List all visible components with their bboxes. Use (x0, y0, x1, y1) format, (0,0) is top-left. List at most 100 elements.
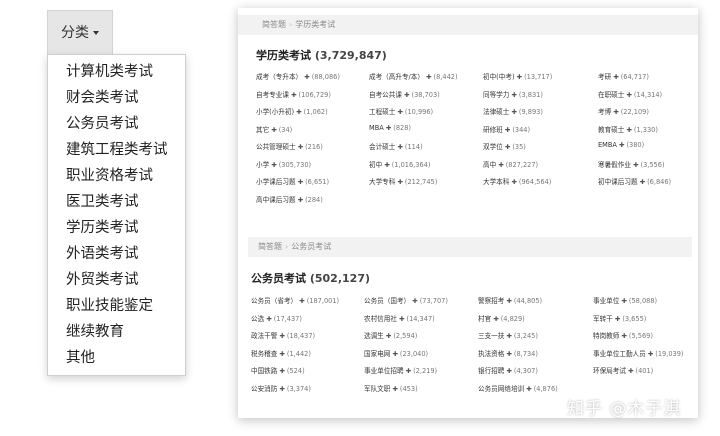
category-link[interactable]: 考研 ✚ (64,717) (598, 71, 649, 81)
menu-item[interactable]: 建筑工程类考试 (48, 137, 185, 163)
menu-item[interactable]: 学历类考试 (48, 215, 185, 241)
menu-item[interactable]: 财会类考试 (48, 85, 185, 111)
category-count: (8,734) (513, 349, 538, 358)
category-page: 简答题 › 学历类考试 学历类考试 (3,729,847) 成考（专升本） ✚ (88,… (238, 8, 698, 418)
category-link[interactable]: 军转干 ✚ (3,655) (593, 313, 646, 323)
plus-icon: ✚ (506, 332, 512, 340)
menu-item[interactable]: 其他 (48, 345, 185, 371)
category-link[interactable]: 教育硕士 ✚ (1,330) (598, 124, 658, 134)
category-dropdown-button[interactable]: 分类 (47, 10, 113, 54)
category-count: (5,569) (628, 332, 653, 340)
plus-icon: ✚ (511, 108, 517, 116)
menu-item[interactable]: 职业资格考试 (48, 163, 185, 189)
category-link[interactable]: 银行招聘 ✚ (4,307) (478, 365, 538, 375)
category-count: (3,831) (518, 90, 543, 99)
menu-item[interactable]: 计算机类考试 (48, 59, 185, 85)
category-link[interactable]: 工程硕士 ✚ (10,996) (369, 106, 433, 116)
category-link[interactable]: 事业单位工勤人员 ✚ (19,039) (593, 348, 684, 358)
category-link[interactable]: 军队文职 ✚ (453) (364, 383, 418, 393)
category-link[interactable]: 公选 ✚ (17,437) (251, 313, 302, 323)
category-name: 警察招考 (478, 297, 505, 305)
category-link[interactable]: 中国铁路 ✚ (524) (251, 365, 305, 375)
category-link[interactable]: 政法干警 ✚ (18,437) (251, 330, 315, 340)
category-count: (9,893) (518, 108, 543, 116)
category-count: (17,437) (273, 314, 302, 323)
category-link[interactable]: 公共管理硕士 ✚ (216) (256, 141, 323, 151)
menu-item[interactable]: 医卫类考试 (48, 189, 185, 215)
category-link[interactable]: 小学(小升初) ✚ (1,062) (256, 106, 328, 116)
category-count: (284) (305, 195, 323, 204)
category-link[interactable]: 村官 ✚ (4,829) (478, 313, 525, 323)
category-name: MBA (369, 123, 384, 132)
category-link[interactable]: 会计硕士 ✚ (114) (369, 141, 423, 151)
breadcrumb-link[interactable]: 简答题 (258, 242, 282, 251)
category-link[interactable]: 考博 ✚ (22,109) (598, 106, 649, 116)
category-name: 公安消防 (251, 384, 278, 393)
section-title: 学历类考试 (256, 49, 311, 62)
category-link[interactable]: 公务员（省考） ✚ (187,001) (251, 295, 339, 305)
category-count: (827,227) (505, 160, 539, 169)
category-link[interactable]: 公务员网络培训 ✚ (4,876) (478, 383, 558, 393)
category-link[interactable]: 初中(中考) ✚ (13,717) (483, 71, 552, 81)
category-name: 考研 (598, 73, 612, 81)
category-link[interactable]: 公务员（国考） ✚ (73,707) (364, 295, 448, 305)
category-link[interactable]: 成考（高升专/本） ✚ (8,442) (369, 71, 458, 81)
breadcrumb-link[interactable]: 简答题 (262, 20, 286, 29)
category-link[interactable]: MBA ✚ (828) (369, 124, 411, 132)
category-link[interactable]: 选调生 ✚ (2,594) (364, 330, 417, 340)
category-link[interactable]: 大学专科 ✚ (212,745) (369, 176, 437, 186)
category-link[interactable]: EMBA ✚ (380) (598, 141, 644, 149)
category-link[interactable]: 自考专业课 ✚ (106,729) (256, 89, 331, 99)
category-name: 事业单位招聘 (364, 367, 404, 375)
category-link[interactable]: 特岗教师 ✚ (5,569) (593, 330, 653, 340)
category-link[interactable]: 三支一扶 ✚ (3,245) (478, 330, 538, 340)
category-name: 政法干警 (251, 332, 278, 340)
breadcrumb-current: 公务员考试 (291, 242, 332, 251)
category-count: (22,109) (620, 108, 649, 116)
category-link[interactable]: 初中 ✚ (1,016,364) (369, 159, 430, 169)
menu-item[interactable]: 外语类考试 (48, 241, 185, 267)
category-link[interactable]: 其它 ✚ (34) (256, 124, 292, 134)
menu-item[interactable]: 继续教育 (48, 319, 185, 345)
category-link[interactable]: 公安消防 ✚ (3,374) (251, 383, 311, 393)
category-link[interactable]: 警察招考 ✚ (44,805) (478, 295, 542, 305)
category-link[interactable]: 寒暑假作业 ✚ (3,556) (598, 159, 665, 169)
category-name: 银行招聘 (478, 367, 505, 375)
category-name: 公共管理硕士 (256, 143, 296, 151)
category-link[interactable]: 国家电网 ✚ (23,040) (364, 348, 428, 358)
category-name: 在职硕士 (598, 90, 625, 99)
category-link[interactable]: 成考（专升本） ✚ (88,086) (256, 71, 340, 81)
category-link[interactable]: 同等学力 ✚ (3,831) (483, 89, 543, 99)
category-count: (1,330) (633, 125, 658, 134)
section-count: (3,729,847) (314, 49, 387, 62)
category-link[interactable]: 大学本科 ✚ (964,564) (483, 176, 551, 186)
category-link[interactable]: 农村信用社 ✚ (14,347) (364, 313, 435, 323)
category-name: 其它 (256, 125, 270, 134)
category-link[interactable]: 在职硕士 ✚ (14,314) (598, 89, 662, 99)
category-link[interactable]: 税务稽查 ✚ (1,442) (251, 348, 311, 358)
category-link[interactable]: 初中课后习题 ✚ (6,846) (598, 176, 671, 186)
menu-item[interactable]: 职业技能鉴定 (48, 293, 185, 319)
category-link[interactable]: 双学位 ✚ (35) (483, 141, 526, 151)
category-count: (73,707) (419, 297, 448, 305)
category-count: (106,729) (298, 90, 331, 99)
category-link[interactable]: 小学 ✚ (305,730) (256, 159, 311, 169)
category-link[interactable]: 高中课后习题 ✚ (284) (256, 194, 323, 204)
category-link[interactable]: 执法资格 ✚ (8,734) (478, 348, 538, 358)
menu-item[interactable]: 公务员考试 (48, 111, 185, 137)
category-count: (3,374) (286, 384, 311, 393)
category-dropdown-label: 分类 (61, 25, 89, 41)
category-link[interactable]: 研修班 ✚ (344) (483, 124, 530, 134)
category-link[interactable]: 小学课后习题 ✚ (6,651) (256, 176, 329, 186)
category-link[interactable]: 高中 ✚ (827,227) (483, 159, 538, 169)
category-link[interactable]: 环保局考试 ✚ (401) (593, 365, 653, 375)
category-count: (2,594) (393, 332, 418, 340)
category-link[interactable]: 自考公共课 ✚ (38,703) (369, 89, 440, 99)
category-link[interactable]: 事业单位 ✚ (58,088) (593, 295, 657, 305)
plus-icon: ✚ (271, 125, 277, 134)
category-link[interactable]: 事业单位招聘 ✚ (2,219) (364, 365, 437, 375)
category-link[interactable]: 法律硕士 ✚ (9,893) (483, 106, 543, 116)
category-name: 小学(小升初) (256, 108, 295, 116)
category-count: (6,651) (305, 178, 330, 186)
menu-item[interactable]: 外贸类考试 (48, 267, 185, 293)
